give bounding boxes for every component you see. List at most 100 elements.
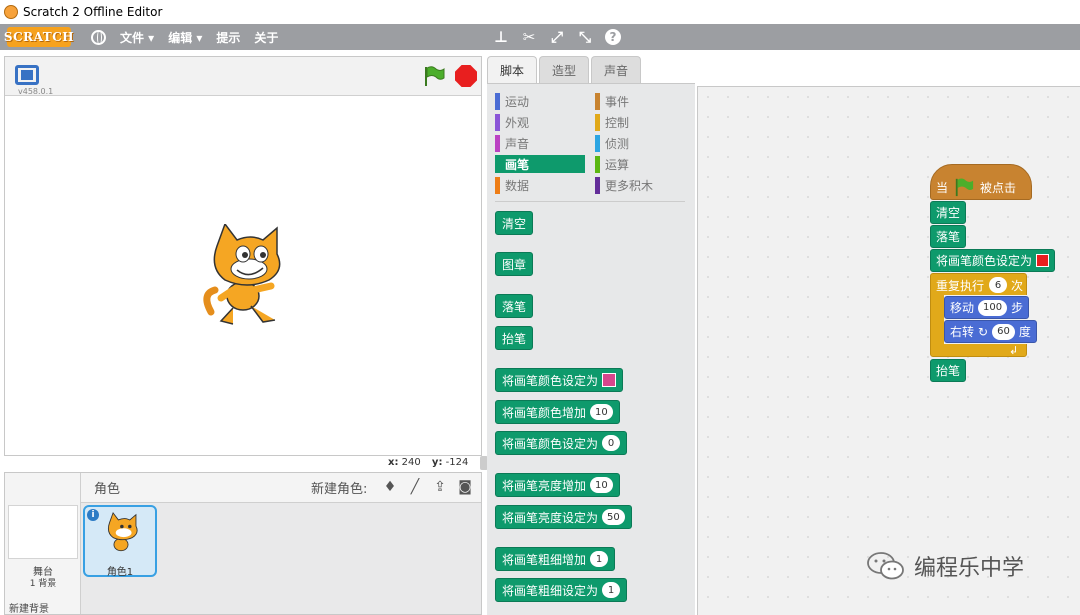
stage-header: v458.0.1	[5, 57, 481, 96]
duplicate-stamp-icon[interactable]: ⊥	[492, 28, 510, 46]
category-label: 事件	[605, 94, 630, 109]
block-pen-down[interactable]: 落笔	[495, 294, 534, 318]
stop-sign-icon[interactable]	[455, 65, 477, 87]
upload-icon[interactable]: ⇪	[431, 478, 449, 496]
paint-brush-icon[interactable]: ╱	[406, 478, 424, 496]
category-data[interactable]: 数据	[495, 176, 585, 194]
category-pen[interactable]: 画笔	[495, 155, 585, 173]
block-label: 将画笔亮度设定为	[502, 510, 599, 525]
color-swatch[interactable]	[602, 373, 617, 387]
script-set-pen-color[interactable]: 将画笔颜色设定为	[930, 249, 1056, 272]
number-input[interactable]: 100	[978, 299, 1008, 316]
block-label: 度	[1018, 325, 1031, 339]
block-clear[interactable]: 清空	[495, 211, 534, 235]
category-divider	[495, 201, 685, 202]
y-label: y:	[431, 457, 443, 468]
script-when-flag-clicked[interactable]: 当 被点击	[930, 164, 1032, 200]
cat-sprite[interactable]	[193, 224, 293, 329]
repeat-count-input[interactable]: 6	[989, 277, 1007, 293]
number-input[interactable]: 50	[602, 509, 625, 525]
category-label: 数据	[505, 178, 530, 193]
edit-toolbar: ⊥ ✂ ⤢ ⤡ ?	[492, 28, 622, 46]
grow-icon[interactable]: ⤢	[548, 28, 566, 46]
block-label: 将画笔颜色设定为	[502, 373, 599, 388]
x-label: x:	[388, 457, 399, 468]
category-more-blocks[interactable]: 更多积木	[595, 176, 685, 194]
new-backdrop-label: 新建背景	[9, 604, 49, 615]
new-sprite-label: 新建角色:	[311, 482, 368, 497]
cat-thumbnail-icon	[107, 511, 138, 552]
scratch-logo[interactable]: SCRATCH	[4, 27, 74, 47]
block-label: 将画笔粗细设定为	[502, 583, 599, 598]
category-control[interactable]: 控制	[595, 113, 685, 131]
block-palette: 运动 事件 外观 控制 声音 侦测 画笔 运算 数据 更多积木 清空 图章 落笔…	[487, 83, 695, 615]
globe-icon[interactable]	[91, 29, 106, 45]
category-sound[interactable]: 声音	[495, 134, 585, 152]
category-events[interactable]: 事件	[595, 92, 685, 110]
script-clear[interactable]: 清空	[930, 201, 967, 224]
tab-costumes[interactable]: 造型	[539, 56, 590, 83]
category-motion[interactable]: 运动	[495, 92, 585, 110]
menu-tips[interactable]: 提示	[216, 29, 240, 46]
x-value: 240	[401, 457, 421, 468]
block-label: 将画笔颜色设定为	[936, 254, 1033, 268]
category-operators[interactable]: 运算	[595, 155, 685, 173]
block-set-pen-color-number[interactable]: 将画笔颜色设定为 0	[495, 431, 628, 455]
number-input[interactable]: 10	[590, 404, 613, 420]
category-looks[interactable]: 外观	[495, 113, 585, 131]
menu-file[interactable]: 文件 ▾	[120, 29, 154, 46]
block-label: 重复执行	[936, 279, 985, 293]
help-button[interactable]: ?	[604, 28, 622, 46]
block-change-pen-shade[interactable]: 将画笔亮度增加 10	[495, 473, 620, 497]
category-color	[595, 134, 600, 152]
tab-scripts[interactable]: 脚本	[487, 56, 538, 83]
tab-sounds[interactable]: 声音	[591, 56, 642, 83]
script-pen-down[interactable]: 落笔	[930, 225, 967, 248]
script-turn-right[interactable]: 右转 ↻ 60 度	[944, 320, 1037, 343]
loop-arrow-icon: ↲	[1009, 344, 1019, 357]
category-sensing[interactable]: 侦测	[595, 134, 685, 152]
number-input[interactable]: 10	[590, 477, 613, 493]
block-set-pen-color-swatch[interactable]: 将画笔颜色设定为	[495, 368, 624, 392]
block-label: 移动	[950, 301, 975, 315]
shrink-icon[interactable]: ⤡	[576, 28, 594, 46]
block-set-pen-shade[interactable]: 将画笔亮度设定为 50	[495, 505, 632, 529]
sprite-thumbnail[interactable]: i 角色1	[83, 505, 157, 578]
category-label: 控制	[605, 115, 630, 130]
number-input[interactable]: 1	[590, 551, 609, 567]
number-input[interactable]: 60	[992, 323, 1015, 340]
category-color	[495, 92, 500, 110]
camera-icon[interactable]: ◙	[456, 478, 474, 496]
green-flag-icon[interactable]	[423, 65, 445, 87]
block-label: 落笔	[502, 299, 527, 314]
category-color	[595, 176, 600, 194]
sprites-title: 角色	[94, 482, 121, 497]
block-label: 将画笔粗细增加	[502, 552, 587, 567]
block-pen-up[interactable]: 抬笔	[495, 326, 534, 350]
block-change-pen-size[interactable]: 将画笔粗细增加 1	[495, 547, 616, 571]
fullscreen-icon[interactable]	[15, 65, 39, 85]
category-color	[495, 113, 500, 131]
block-label: 清空	[936, 206, 961, 220]
block-set-pen-size[interactable]: 将画笔粗细设定为 1	[495, 578, 628, 602]
menu-edit[interactable]: 编辑 ▾	[168, 29, 202, 46]
stage-canvas[interactable]	[5, 95, 481, 455]
category-label: 运算	[605, 157, 630, 172]
script-move-steps[interactable]: 移动 100 步	[944, 296, 1030, 319]
block-label: 将画笔颜色增加	[502, 405, 587, 420]
delete-scissors-icon[interactable]: ✂	[520, 28, 538, 46]
stage-thumbnail[interactable]	[8, 505, 78, 559]
sprite-library-icon[interactable]: ♦	[381, 478, 399, 496]
number-input[interactable]: 0	[602, 435, 621, 451]
block-stamp[interactable]: 图章	[495, 252, 534, 276]
info-icon[interactable]: i	[87, 509, 99, 521]
script-pen-up[interactable]: 抬笔	[930, 359, 967, 382]
block-label: 当	[936, 180, 949, 195]
green-flag-icon	[955, 178, 974, 197]
block-change-pen-color[interactable]: 将画笔颜色增加 10	[495, 400, 620, 424]
category-color	[595, 92, 600, 110]
number-input[interactable]: 1	[602, 582, 621, 598]
block-label: 右转	[950, 325, 975, 339]
menu-about[interactable]: 关于	[254, 29, 278, 46]
color-swatch[interactable]	[1036, 254, 1050, 267]
